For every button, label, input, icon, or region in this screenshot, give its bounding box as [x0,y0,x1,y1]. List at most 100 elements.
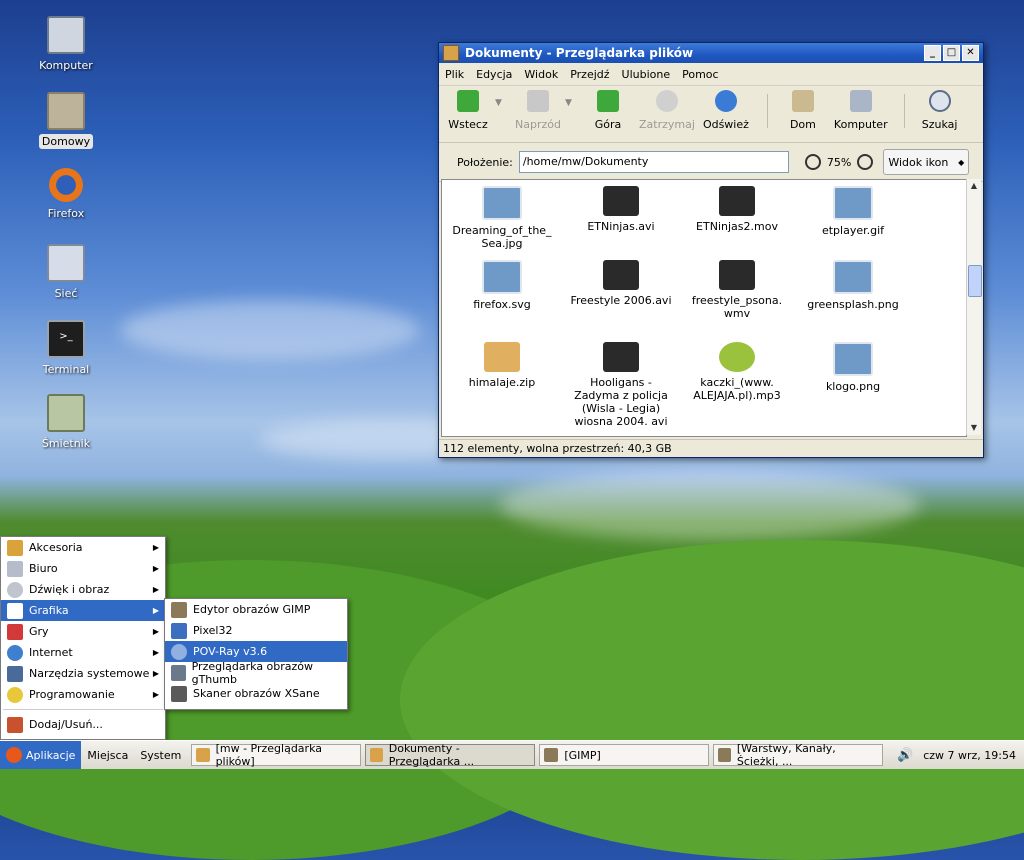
taskbar-task[interactable]: [GIMP] [539,744,710,766]
menu-przejdz[interactable]: Przejdź [570,68,609,81]
taskbar-task[interactable]: Dokumenty - Przeglądarka ... [365,742,536,768]
desktop-icon-firefox[interactable]: Firefox [26,168,106,221]
applications-menu: Akcesoria ▶ Biuro ▶ Dźwięk i obraz ▶ Gra… [0,536,166,740]
places-menu-button[interactable]: Miejsca [81,749,134,762]
desktop-icon-terminal[interactable]: >_ Terminal [26,320,106,377]
menu-item-label: Edytor obrazów GIMP [193,603,311,616]
menu-ulubione[interactable]: Ulubione [622,68,671,81]
home-folder-icon [47,92,85,130]
submenu-arrow-icon: ▶ [152,627,159,636]
reload-button[interactable]: Odśwież [701,90,751,131]
search-button[interactable]: Szukaj [915,90,965,131]
file-item[interactable]: klogo.png [798,342,908,393]
scroll-down-arrow[interactable]: ▼ [968,422,980,434]
menu-item-dodaj-usun[interactable]: Dodaj/Usuń... [1,714,165,735]
location-input[interactable]: /home/mw/Dokumenty [518,151,789,173]
file-name: freestyle_psona. wmv [691,294,783,320]
zoom-out-icon[interactable] [804,154,821,170]
close-button[interactable]: ✕ [962,45,979,61]
menu-item-biuro[interactable]: Biuro ▶ [1,558,165,579]
system-tools-icon [7,665,23,682]
folder-icon [370,748,383,762]
menu-item-akcesoria[interactable]: Akcesoria ▶ [1,537,165,558]
menu-item-label: POV-Ray v3.6 [193,645,268,658]
scroll-thumb[interactable] [968,265,982,297]
file-item[interactable]: Dreaming_of_the_ Sea.jpg [447,186,557,250]
volume-icon[interactable]: 🔊 [897,748,913,763]
file-item[interactable]: Freestyle 2006.avi [566,260,676,307]
file-name: ETNinjas.avi [587,220,655,233]
submenu-item-xsane[interactable]: Skaner obrazów XSane [165,683,347,704]
applications-menu-button[interactable]: Aplikacje [0,741,82,769]
menu-item-label: Narzędzia systemowe [29,667,150,680]
up-label: Góra [594,118,622,131]
programming-icon [7,686,23,703]
network-icon [47,244,85,282]
graphics-submenu: Edytor obrazów GIMP Pixel32 POV-Ray v3.6… [164,598,348,710]
desktop-icon-home[interactable]: Domowy [26,92,106,149]
menu-item-programowanie[interactable]: Programowanie ▶ [1,684,165,705]
forward-history-dropdown[interactable]: ▼ [565,98,575,108]
video-file-icon [603,186,639,216]
forward-button[interactable]: Naprzód [513,90,563,131]
menu-item-internet[interactable]: Internet ▶ [1,642,165,663]
menu-plik[interactable]: Plik [445,68,464,81]
zoom-in-icon[interactable] [857,154,874,170]
up-button[interactable]: Góra [583,90,633,131]
desktop-icon-computer[interactable]: Komputer [26,16,106,73]
scroll-up-arrow[interactable]: ▲ [968,180,980,192]
system-menu-button[interactable]: System [134,749,187,762]
vertical-scrollbar[interactable]: ▲ ▼ [966,179,982,435]
back-button[interactable]: Wstecz [443,90,493,131]
menu-item-grafika[interactable]: Grafika ▶ [1,600,165,621]
file-item[interactable]: kaczki_(www. ALEJAJA.pl).mp3 [682,342,792,402]
submenu-arrow-icon: ▶ [152,564,159,573]
task-label: [mw - Przeglądarka plików] [215,742,322,768]
submenu-item-gimp[interactable]: Edytor obrazów GIMP [165,599,347,620]
clock[interactable]: czw 7 wrz, 19:54 [923,749,1016,762]
minimize-button[interactable]: _ [924,45,941,61]
menu-item-narzedzia[interactable]: Narzędzia systemowe ▶ [1,663,165,684]
menu-item-label: Dźwięk i obraz [29,583,110,596]
computer-button[interactable]: Komputer [834,90,888,131]
taskbar-task[interactable]: [Warstwy, Kanały, Ścieżki, ... [713,742,884,768]
computer-icon [47,16,85,54]
file-name: Freestyle 2006.avi [570,294,672,307]
file-name: Dreaming_of_the_ Sea.jpg [452,224,552,250]
toolbar-separator [903,94,905,128]
file-name: Hooligans - Zadyma z policja (Wisla - Le… [574,376,668,428]
menu-widok[interactable]: Widok [524,68,558,81]
folder-icon [196,748,210,762]
file-item[interactable]: etplayer.gif [798,186,908,237]
desktop-icon-trash[interactable]: Śmietnik [26,394,106,451]
desktop-icon-network[interactable]: Sieć [26,244,106,301]
submenu-arrow-icon: ▶ [152,669,159,678]
file-item[interactable]: ETNinjas2.mov [682,186,792,233]
zoom-control: 75% [804,154,874,170]
submenu-item-pixel32[interactable]: Pixel32 [165,620,347,641]
menu-edycja[interactable]: Edycja [476,68,512,81]
file-item[interactable]: himalaje.zip [447,342,557,389]
window-titlebar[interactable]: Dokumenty - Przeglądarka plików _ □ ✕ [439,43,983,63]
maximize-button[interactable]: □ [943,45,960,61]
file-item[interactable]: Hooligans - Zadyma z policja (Wisla - Le… [566,342,676,428]
up-arrow-icon [597,90,619,112]
image-file-icon [833,260,873,294]
back-arrow-icon [457,90,479,112]
menu-item-dzwiek[interactable]: Dźwięk i obraz ▶ [1,579,165,600]
file-item[interactable]: greensplash.png [798,260,908,311]
back-history-dropdown[interactable]: ▼ [495,98,505,108]
file-item[interactable]: ETNinjas.avi [566,186,676,233]
file-item[interactable]: freestyle_psona. wmv [682,260,792,320]
video-file-icon [719,260,755,290]
menu-pomoc[interactable]: Pomoc [682,68,718,81]
file-item[interactable]: firefox.svg [447,260,557,311]
menu-item-gry[interactable]: Gry ▶ [1,621,165,642]
file-name: himalaje.zip [468,376,536,389]
menu-item-label: Przeglądarka obrazów gThumb [191,659,314,686]
home-button[interactable]: Dom [778,90,828,131]
view-selector[interactable]: Widok ikon ◆ [883,149,970,175]
stop-button[interactable]: Zatrzymaj [639,90,695,131]
taskbar-task[interactable]: [mw - Przeglądarka plików] [191,742,362,768]
submenu-item-gthumb[interactable]: Przeglądarka obrazów gThumb [165,659,347,686]
